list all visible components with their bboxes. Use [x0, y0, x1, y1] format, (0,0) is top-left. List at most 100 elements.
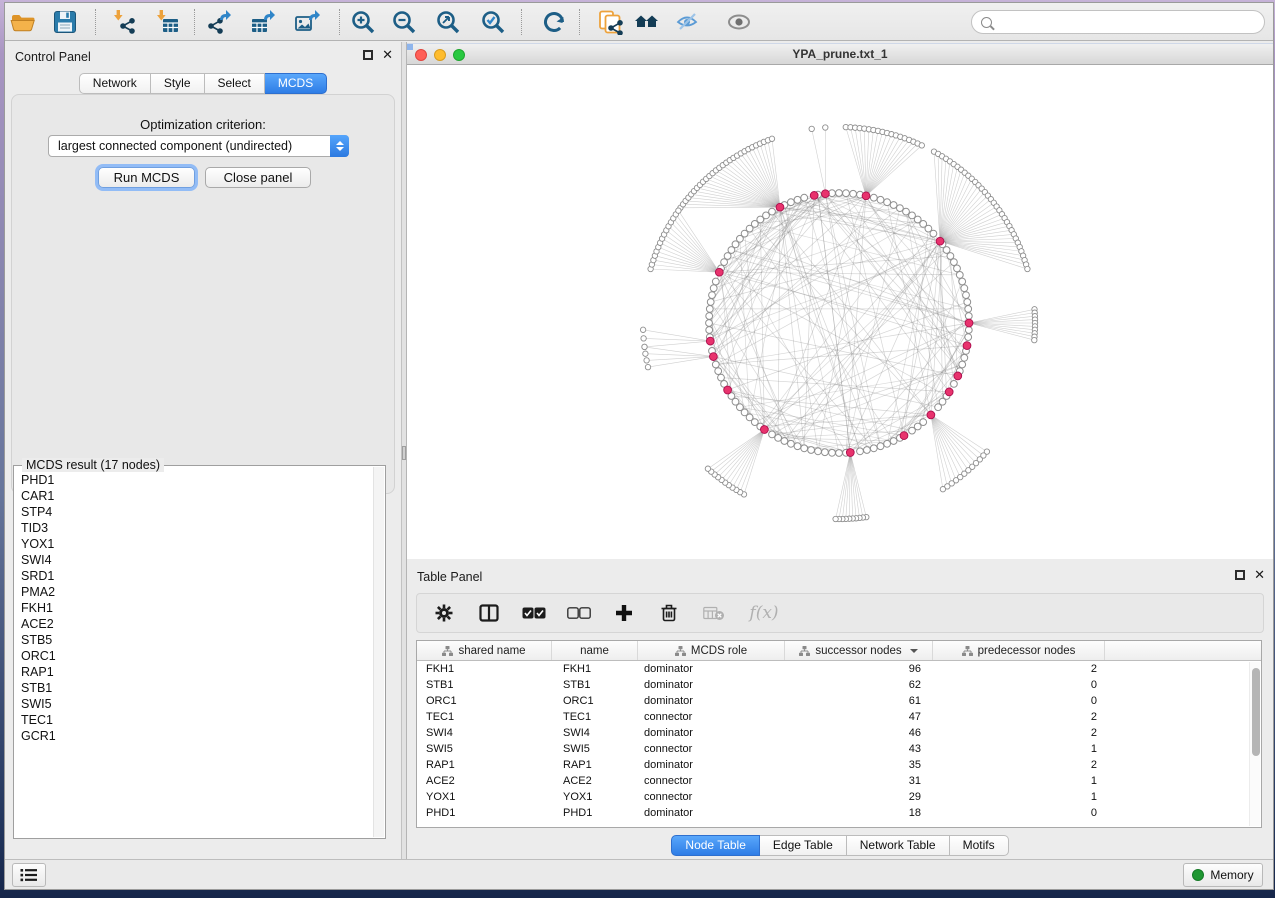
mcds-hub-node[interactable] [810, 192, 818, 200]
refresh-layout-button[interactable] [539, 7, 569, 37]
zoom-out-button[interactable] [389, 7, 419, 37]
table-row-SWI4[interactable]: SWI4SWI4dominator462 [417, 725, 1261, 741]
mcds-hub-node[interactable] [724, 386, 732, 394]
float-panel-icon[interactable] [363, 50, 373, 60]
node-table[interactable]: shared namenameMCDS rolesuccessor nodesp… [416, 640, 1262, 828]
table-row-PHD1[interactable]: PHD1PHD1dominator180 [417, 805, 1261, 821]
table-row-ORC1[interactable]: ORC1ORC1dominator610 [417, 693, 1261, 709]
mcds-hub-node[interactable] [963, 342, 971, 350]
mcds-result-item[interactable]: SRD1 [21, 568, 373, 584]
mcds-hub-node[interactable] [900, 432, 908, 440]
tab-edge-table[interactable]: Edge Table [760, 835, 847, 856]
task-history-button[interactable] [12, 863, 46, 887]
mcds-hub-node[interactable] [822, 190, 830, 198]
mcds-result-item[interactable]: ACE2 [21, 616, 373, 632]
tab-motifs[interactable]: Motifs [950, 835, 1009, 856]
table-row-SWI5[interactable]: SWI5SWI5connector431 [417, 741, 1261, 757]
column-header-predecessor-nodes[interactable]: predecessor nodes [933, 641, 1105, 660]
close-window-icon[interactable] [415, 49, 427, 61]
save-session-button[interactable] [50, 7, 80, 37]
tab-mcds[interactable]: MCDS [265, 73, 327, 94]
table-row-STB1[interactable]: STB1STB1dominator620 [417, 677, 1261, 693]
mcds-result-item[interactable]: SWI5 [21, 696, 373, 712]
close-table-panel-icon[interactable]: ✕ [1254, 570, 1265, 580]
mcds-result-item[interactable]: YOX1 [21, 536, 373, 552]
mcds-hub-node[interactable] [710, 353, 718, 361]
close-panel-icon[interactable]: ✕ [382, 50, 393, 60]
mcds-hub-node[interactable] [965, 319, 973, 327]
mcds-hub-node[interactable] [954, 372, 962, 380]
deselect-all-button[interactable] [566, 600, 592, 626]
import-network-button[interactable] [109, 7, 139, 37]
zoom-fit-button[interactable] [433, 7, 463, 37]
mcds-result-item[interactable]: CAR1 [21, 488, 373, 504]
mcds-result-item[interactable]: GCR1 [21, 728, 373, 744]
mcds-result-item[interactable]: FKH1 [21, 600, 373, 616]
table-scrollbar-thumb[interactable] [1252, 668, 1260, 756]
float-table-panel-icon[interactable] [1235, 570, 1245, 580]
mcds-result-item[interactable]: SWI4 [21, 552, 373, 568]
criterion-dropdown[interactable]: largest connected component (undirected) [48, 135, 349, 157]
mcds-hub-node[interactable] [862, 192, 870, 200]
mcds-result-item[interactable]: STP4 [21, 504, 373, 520]
table-row-RAP1[interactable]: RAP1RAP1dominator352 [417, 757, 1261, 773]
export-table-button[interactable] [248, 7, 278, 37]
add-column-button[interactable] [611, 600, 637, 626]
select-all-button[interactable] [521, 600, 547, 626]
mcds-hub-node[interactable] [927, 411, 935, 419]
mcds-hub-node[interactable] [761, 426, 769, 434]
mcds-hub-node[interactable] [715, 268, 723, 276]
table-row-ACE2[interactable]: ACE2ACE2connector311 [417, 773, 1261, 789]
mcds-hub-node[interactable] [706, 337, 714, 345]
export-network-button[interactable] [204, 7, 234, 37]
export-image-button[interactable] [292, 7, 322, 37]
tab-network[interactable]: Network [79, 73, 151, 94]
memory-button[interactable]: Memory [1183, 863, 1263, 887]
tab-style[interactable]: Style [151, 73, 205, 94]
column-header-shared-name[interactable]: shared name [417, 641, 552, 660]
table-row-YOX1[interactable]: YOX1YOX1connector291 [417, 789, 1261, 805]
mcds-result-item[interactable]: TID3 [21, 520, 373, 536]
mcds-result-item[interactable]: STB5 [21, 632, 373, 648]
table-row-TEC1[interactable]: TEC1TEC1connector472 [417, 709, 1261, 725]
import-table-button[interactable] [152, 7, 182, 37]
open-file-button[interactable] [8, 7, 38, 37]
zoom-selected-button[interactable] [478, 7, 508, 37]
mcds-result-item[interactable]: ORC1 [21, 648, 373, 664]
mcds-hub-node[interactable] [776, 203, 784, 211]
column-header-name[interactable]: name [552, 641, 638, 660]
tab-network-table[interactable]: Network Table [847, 835, 950, 856]
maximize-window-icon[interactable] [453, 49, 465, 61]
mcds-result-item[interactable]: STB1 [21, 680, 373, 696]
minimize-window-icon[interactable] [434, 49, 446, 61]
show-all-button[interactable] [724, 7, 754, 37]
hide-selected-button[interactable] [673, 7, 703, 37]
tab-node-table[interactable]: Node Table [671, 835, 760, 856]
splitter-handle[interactable] [402, 446, 406, 460]
close-panel-button[interactable]: Close panel [205, 167, 311, 188]
delete-column-button[interactable] [656, 600, 682, 626]
show-columns-button[interactable] [476, 600, 502, 626]
mcds-result-item[interactable]: RAP1 [21, 664, 373, 680]
search-input[interactable] [992, 13, 1264, 31]
table-settings-button[interactable] [431, 600, 457, 626]
column-header-MCDS-role[interactable]: MCDS role [638, 641, 785, 660]
tab-select[interactable]: Select [205, 73, 265, 94]
mcds-result-item[interactable]: PMA2 [21, 584, 373, 600]
run-mcds-button[interactable]: Run MCDS [98, 167, 195, 188]
mcds-result-scrollbar[interactable] [373, 467, 384, 837]
table-scrollbar[interactable] [1249, 662, 1260, 826]
mcds-hub-node[interactable] [846, 449, 854, 457]
zoom-in-button[interactable] [348, 7, 378, 37]
first-neighbors-button[interactable] [632, 7, 662, 37]
network-canvas[interactable] [407, 65, 1273, 559]
column-header-successor-nodes[interactable]: successor nodes [785, 641, 933, 660]
resize-corner-handle[interactable] [407, 44, 413, 50]
mcds-result-item[interactable]: PHD1 [21, 472, 373, 488]
mcds-hub-node[interactable] [936, 237, 944, 245]
mcds-result-item[interactable]: TEC1 [21, 712, 373, 728]
table-row-FKH1[interactable]: FKH1FKH1dominator962 [417, 661, 1261, 677]
network-graph[interactable] [407, 65, 1275, 559]
clone-network-button[interactable] [595, 7, 625, 37]
mcds-hub-node[interactable] [945, 388, 953, 396]
